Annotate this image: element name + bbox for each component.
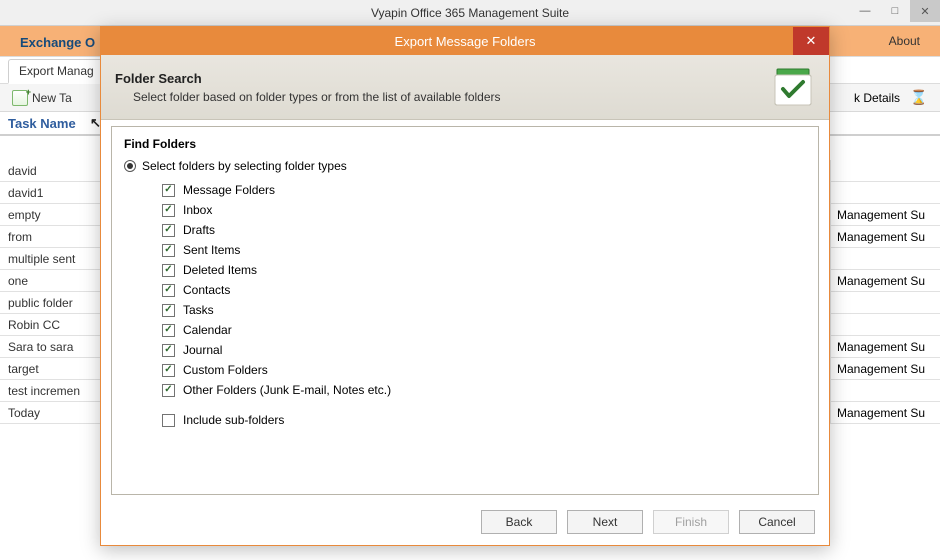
close-button[interactable]: ✕ — [910, 0, 940, 22]
task-product-cell: Management Su — [830, 336, 940, 358]
checkbox-label: Calendar — [183, 323, 232, 337]
checkbox-icon — [162, 304, 175, 317]
checkbox-label: Sent Items — [183, 243, 240, 257]
folder-type-checkbox[interactable]: Drafts — [162, 223, 806, 237]
new-task-icon — [12, 90, 28, 106]
task-details-button[interactable]: k Details — [854, 91, 900, 105]
folder-type-checkbox[interactable]: Other Folders (Junk E-mail, Notes etc.) — [162, 383, 806, 397]
window-buttons: — □ ✕ — [850, 0, 940, 22]
ribbon-tab-exchange[interactable]: Exchange O — [12, 29, 103, 56]
dialog-body: Find Folders Select folders by selecting… — [101, 120, 829, 499]
cancel-button[interactable]: Cancel — [739, 510, 815, 534]
task-product-cell: Management Su — [830, 270, 940, 292]
minimize-button[interactable]: — — [850, 0, 880, 22]
dialog-title: Export Message Folders — [395, 34, 536, 49]
dialog-titlebar: Export Message Folders ✕ — [101, 27, 829, 55]
find-folders-title: Find Folders — [124, 137, 806, 151]
checkbox-label: Drafts — [183, 223, 215, 237]
new-task-label: New Ta — [32, 91, 72, 105]
checkbox-icon — [162, 264, 175, 277]
next-button[interactable]: Next — [567, 510, 643, 534]
checkbox-icon — [162, 364, 175, 377]
checkbox-icon — [162, 224, 175, 237]
task-product-cell: Management Su — [830, 204, 940, 226]
task-row[interactable]: from — [0, 226, 100, 248]
maximize-button[interactable]: □ — [880, 0, 910, 22]
task-product-cell — [830, 248, 940, 270]
folder-type-checkbox[interactable]: Calendar — [162, 323, 806, 337]
task-name-column: Task Name — [8, 116, 76, 131]
task-product-cell — [830, 380, 940, 402]
checkbox-label: Journal — [183, 343, 222, 357]
task-product-cell: Management Su — [830, 402, 940, 424]
app-titlebar: Vyapin Office 365 Management Suite — □ ✕ — [0, 0, 940, 26]
radio-icon — [124, 160, 136, 172]
app-title: Vyapin Office 365 Management Suite — [371, 6, 569, 20]
checkbox-label: Custom Folders — [183, 363, 268, 377]
task-row[interactable]: david — [0, 160, 100, 182]
task-row[interactable]: Robin CC — [0, 314, 100, 336]
checkbox-icon — [162, 384, 175, 397]
find-folders-group: Find Folders Select folders by selecting… — [111, 126, 819, 495]
dialog-header-desc: Select folder based on folder types or f… — [133, 90, 501, 104]
folder-type-checkbox[interactable]: Journal — [162, 343, 806, 357]
task-row[interactable]: david1 — [0, 182, 100, 204]
back-button[interactable]: Back — [481, 510, 557, 534]
checkbox-icon — [162, 244, 175, 257]
checkbox-icon — [162, 324, 175, 337]
include-subfolders-checkbox[interactable]: Include sub-folders — [162, 413, 806, 427]
folder-type-checkbox[interactable]: Message Folders — [162, 183, 806, 197]
dialog-header-title: Folder Search — [115, 71, 501, 86]
checkbox-label: Message Folders — [183, 183, 275, 197]
checkbox-icon — [162, 204, 175, 217]
export-message-folders-dialog: Export Message Folders ✕ Folder Search S… — [100, 26, 830, 546]
task-row[interactable]: Today — [0, 402, 100, 424]
dialog-footer: Back Next Finish Cancel — [101, 499, 829, 545]
finish-button: Finish — [653, 510, 729, 534]
select-by-type-radio[interactable]: Select folders by selecting folder types — [124, 159, 806, 173]
checkbox-label: Other Folders (Junk E-mail, Notes etc.) — [183, 383, 391, 397]
subtab-export-manager[interactable]: Export Manag — [8, 59, 105, 84]
folder-type-checkbox[interactable]: Contacts — [162, 283, 806, 297]
task-row[interactable]: test incremen — [0, 380, 100, 402]
new-task-button[interactable]: New Ta — [12, 90, 72, 106]
task-row[interactable]: Sara to sara — [0, 336, 100, 358]
task-product-cell: Management Su — [830, 226, 940, 248]
task-row[interactable]: multiple sent — [0, 248, 100, 270]
task-product-cell — [830, 160, 940, 182]
ribbon-tab-about[interactable]: About — [889, 26, 920, 56]
checkbox-icon — [162, 184, 175, 197]
folder-type-checkbox[interactable]: Deleted Items — [162, 263, 806, 277]
folder-check-icon — [771, 65, 815, 109]
hourglass-icon[interactable]: ⌛ — [910, 89, 928, 107]
checkbox-label: Deleted Items — [183, 263, 257, 277]
radio-label: Select folders by selecting folder types — [142, 159, 347, 173]
folder-type-checkbox[interactable]: Custom Folders — [162, 363, 806, 377]
include-subfolders-label: Include sub-folders — [183, 413, 284, 427]
checkbox-icon — [162, 284, 175, 297]
task-row[interactable]: empty — [0, 204, 100, 226]
checkbox-icon — [162, 344, 175, 357]
checkbox-icon — [162, 414, 175, 427]
checkbox-label: Tasks — [183, 303, 214, 317]
task-product-cell — [830, 314, 940, 336]
dialog-header: Folder Search Select folder based on fol… — [101, 55, 829, 120]
task-row[interactable]: public folder — [0, 292, 100, 314]
checkbox-label: Contacts — [183, 283, 230, 297]
folder-type-checklist: Message Folders Inbox Drafts Sent Items Dele… — [162, 183, 806, 397]
task-product-cell: Management Su — [830, 358, 940, 380]
dialog-close-button[interactable]: ✕ — [793, 27, 829, 55]
folder-type-checkbox[interactable]: Inbox — [162, 203, 806, 217]
folder-type-checkbox[interactable]: Tasks — [162, 303, 806, 317]
task-row[interactable]: target — [0, 358, 100, 380]
checkbox-label: Inbox — [183, 203, 212, 217]
task-product-cell — [830, 292, 940, 314]
task-row[interactable]: one — [0, 270, 100, 292]
task-product-cell — [830, 182, 940, 204]
folder-type-checkbox[interactable]: Sent Items — [162, 243, 806, 257]
